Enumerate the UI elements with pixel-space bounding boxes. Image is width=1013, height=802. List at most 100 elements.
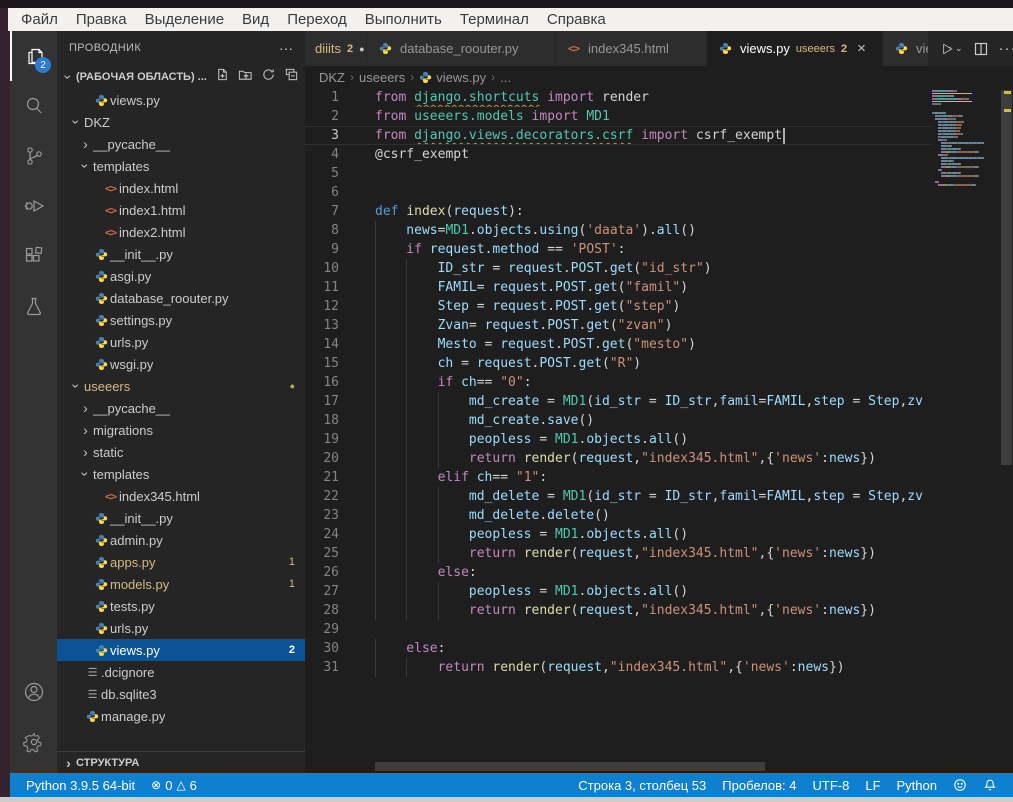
code-line-28[interactable]: 28 return render(request,"index345.html"…: [305, 601, 1000, 620]
code-line-25[interactable]: 25 return render(request,"index345.html"…: [305, 544, 1000, 563]
activity-account[interactable]: [10, 667, 57, 717]
tree-item-.dcignore[interactable]: ☰.dcignore: [57, 661, 305, 683]
line-number[interactable]: 19: [305, 430, 355, 449]
breadcrumb-item-DKZ[interactable]: DKZ: [319, 70, 345, 85]
new-folder-icon[interactable]: [238, 67, 253, 87]
code-line-2[interactable]: 2from useeers.models import MD1: [305, 107, 1000, 126]
line-number[interactable]: 12: [305, 297, 355, 316]
tree-item-index2.html[interactable]: <>index2.html: [57, 221, 305, 243]
line-number[interactable]: 21: [305, 468, 355, 487]
line-number[interactable]: 5: [305, 164, 355, 183]
activity-testing[interactable]: [10, 281, 57, 331]
code-line-12[interactable]: 12 Step = request.POST.get("step"): [305, 297, 1000, 316]
code-line-9[interactable]: 9 if request.method == 'POST':: [305, 240, 1000, 259]
line-number[interactable]: 29: [305, 620, 355, 639]
code-line-7[interactable]: 7def index(request):: [305, 202, 1000, 221]
tab-views.py[interactable]: views.pyuseeers2×: [707, 31, 883, 66]
line-number[interactable]: 28: [305, 601, 355, 620]
code-line-22[interactable]: 22 md_delete = MD1(id_str = ID_str,famil…: [305, 487, 1000, 506]
tree-item-templates[interactable]: ›templates: [57, 155, 305, 177]
line-number[interactable]: 15: [305, 354, 355, 373]
vertical-scrollbar[interactable]: [1000, 88, 1013, 773]
line-number[interactable]: 18: [305, 411, 355, 430]
line-number[interactable]: 27: [305, 582, 355, 601]
eol-setting[interactable]: LF: [857, 778, 888, 793]
line-number[interactable]: 8: [305, 221, 355, 240]
tree-item-__init__.py[interactable]: __init__.py: [57, 243, 305, 265]
tree-item-DKZ[interactable]: ›DKZ: [57, 111, 305, 133]
more-icon[interactable]: ···: [999, 40, 1013, 57]
tab-index345.html[interactable]: <>index345.html: [555, 31, 707, 66]
code-line-15[interactable]: 15 ch = request.POST.get("R"): [305, 354, 1000, 373]
refresh-icon[interactable]: [261, 67, 276, 87]
breadcrumb-item-...[interactable]: ...: [500, 70, 511, 85]
tree-item-__init__.py[interactable]: __init__.py: [57, 507, 305, 529]
line-number[interactable]: 11: [305, 278, 355, 297]
menu-выделение[interactable]: Выделение: [136, 11, 233, 28]
code-line-10[interactable]: 10 ID_str = request.POST.get("id_str"): [305, 259, 1000, 278]
activity-source-control[interactable]: [10, 131, 57, 181]
code-line-11[interactable]: 11 FAMIL= request.POST.get("famil"): [305, 278, 1000, 297]
tree-item-manage.py[interactable]: manage.py: [57, 705, 305, 727]
tree-item-index1.html[interactable]: <>index1.html: [57, 199, 305, 221]
code-line-23[interactable]: 23 md_delete.delete(): [305, 506, 1000, 525]
line-number[interactable]: 26: [305, 563, 355, 582]
cursor-position[interactable]: Строка 3, столбец 53: [570, 778, 714, 793]
line-number[interactable]: 13: [305, 316, 355, 335]
tree-item-index345.html[interactable]: <>index345.html: [57, 485, 305, 507]
collapse-all-icon[interactable]: [284, 67, 299, 87]
tree-item-static[interactable]: ›static: [57, 441, 305, 463]
code-line-16[interactable]: 16 if ch== "0":: [305, 373, 1000, 392]
menu-переход[interactable]: Переход: [278, 11, 356, 28]
problems-indicator[interactable]: ⊗ 0 △ 6: [143, 773, 205, 797]
split-editor-icon[interactable]: [973, 41, 989, 57]
tree-item-settings.py[interactable]: settings.py: [57, 309, 305, 331]
tree-item-db.sqlite3[interactable]: ☰db.sqlite3: [57, 683, 305, 705]
code-line-27[interactable]: 27 peopless = MD1.objects.all(): [305, 582, 1000, 601]
language-mode[interactable]: Python: [889, 778, 945, 793]
code-line-17[interactable]: 17 md_create = MD1(id_str = ID_str,famil…: [305, 392, 1000, 411]
tree-item-wsgi.py[interactable]: wsgi.py: [57, 353, 305, 375]
more-actions-icon[interactable]: ···: [279, 40, 293, 56]
tree-item-urls.py[interactable]: urls.py: [57, 331, 305, 353]
line-number[interactable]: 10: [305, 259, 355, 278]
workspace-section-header[interactable]: › (РАБОЧАЯ ОБЛАСТЬ) ...: [57, 65, 305, 89]
tree-item-asgi.py[interactable]: asgi.py: [57, 265, 305, 287]
code-line-18[interactable]: 18 md_create.save(): [305, 411, 1000, 430]
tree-item-urls.py[interactable]: urls.py: [57, 617, 305, 639]
menu-справка[interactable]: Справка: [538, 11, 615, 28]
tree-item-useeers[interactable]: ›useeers●: [57, 375, 305, 397]
line-number[interactable]: 17: [305, 392, 355, 411]
new-file-icon[interactable]: [215, 67, 230, 87]
code-line-14[interactable]: 14 Mesto = request.POST.get("mesto"): [305, 335, 1000, 354]
bell-icon[interactable]: [975, 778, 1005, 792]
code-line-30[interactable]: 30 else:: [305, 639, 1000, 658]
line-number[interactable]: 16: [305, 373, 355, 392]
tab-diiits[interactable]: diiits2●: [305, 31, 367, 66]
menu-файл[interactable]: Файл: [12, 11, 67, 28]
tree-item-admin.py[interactable]: admin.py: [57, 529, 305, 551]
code-line-8[interactable]: 8 news=MD1.objects.using('daata').all(): [305, 221, 1000, 240]
code-line-31[interactable]: 31 return render(request,"index345.html"…: [305, 658, 1000, 677]
activity-run-debug[interactable]: [10, 181, 57, 231]
activity-extensions[interactable]: [10, 231, 57, 281]
tree-item-__pycache__[interactable]: ›__pycache__: [57, 397, 305, 419]
tree-item-views.py[interactable]: views.py2: [57, 639, 305, 661]
code-line-19[interactable]: 19 peopless = MD1.objects.all(): [305, 430, 1000, 449]
menu-выполнить[interactable]: Выполнить: [356, 11, 451, 28]
line-number[interactable]: 30: [305, 639, 355, 658]
code-line-5[interactable]: 5: [305, 164, 1000, 183]
line-number[interactable]: 6: [305, 183, 355, 202]
breadcrumb-item-useeers[interactable]: useeers: [359, 70, 405, 85]
feedback-icon[interactable]: [945, 778, 975, 792]
breadcrumb[interactable]: DKZ›useeers›views.py›...: [305, 66, 1013, 88]
line-number[interactable]: 2: [305, 107, 355, 126]
menu-терминал[interactable]: Терминал: [451, 11, 538, 28]
tree-item-tests.py[interactable]: tests.py: [57, 595, 305, 617]
code-line-3[interactable]: 3from django.views.decorators.csrf impor…: [305, 126, 1000, 145]
tree-item-migrations[interactable]: ›migrations: [57, 419, 305, 441]
minimap[interactable]: [932, 88, 1000, 773]
line-number[interactable]: 9: [305, 240, 355, 259]
vertical-scrollbar-thumb[interactable]: [1001, 90, 1012, 465]
code-line-29[interactable]: 29: [305, 620, 1000, 639]
